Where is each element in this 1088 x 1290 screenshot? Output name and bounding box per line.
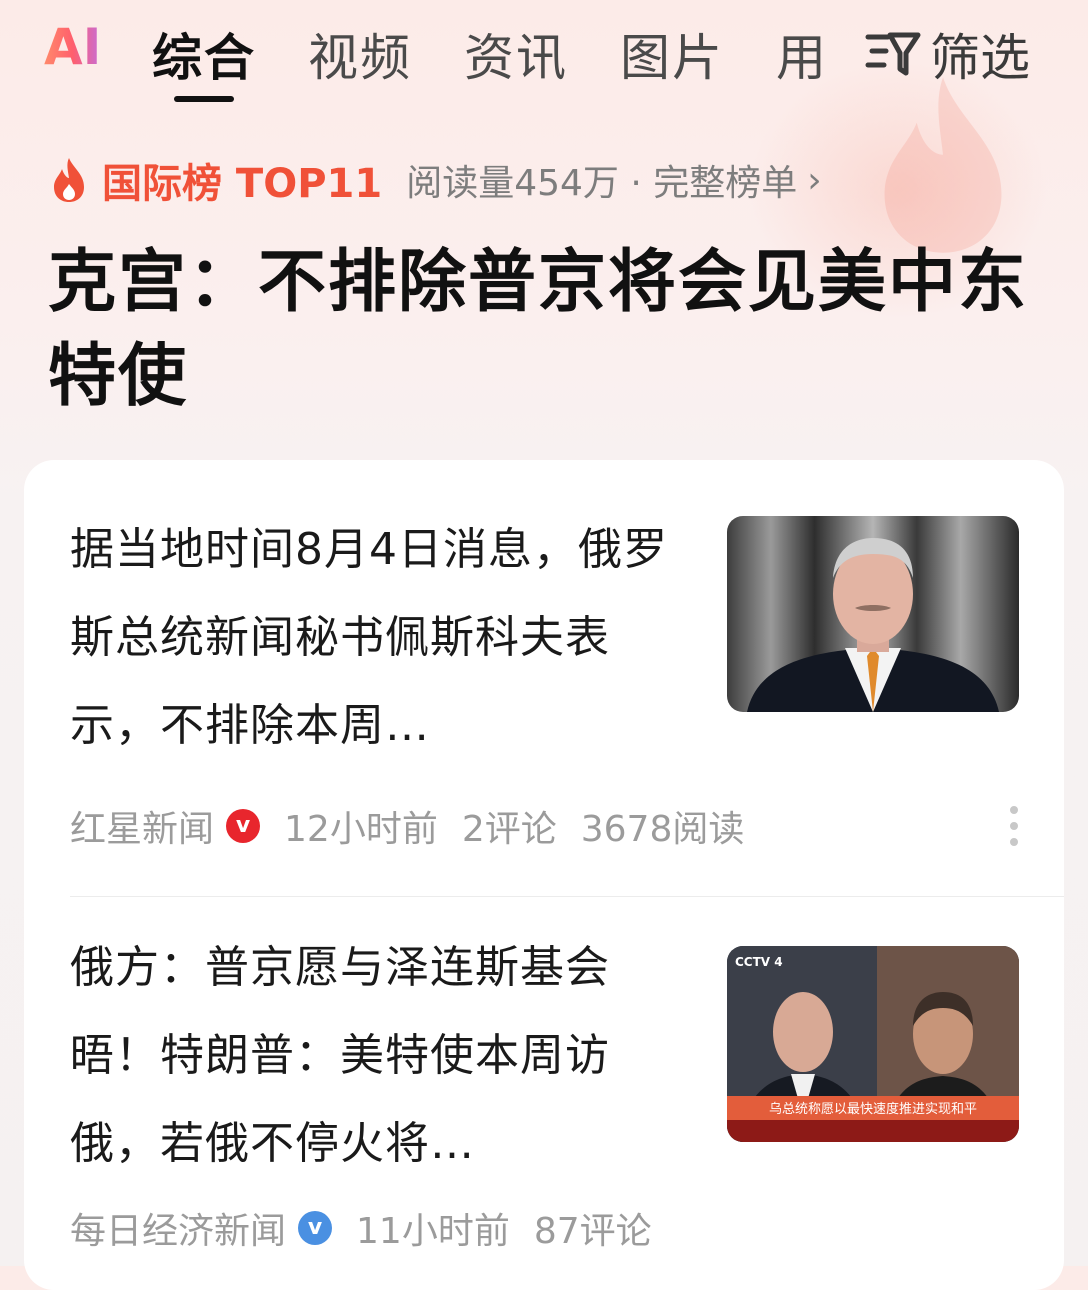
filter-icon [865, 32, 921, 76]
fire-icon [54, 158, 84, 202]
tab-general[interactable]: 综合 [152, 18, 256, 90]
results-card: 据当地时间8月4日消息，俄罗斯总统新闻秘书佩斯科夫表示，不排除本周… 红星新闻 … [24, 460, 1064, 1290]
article-1-meta: 红星新闻 v 12小时前 2评论 3678阅读 [70, 800, 768, 852]
article-2-source[interactable]: 每日经济新闻 [70, 1202, 286, 1254]
verified-badge-icon: v [226, 809, 261, 843]
article-2-meta: 每日经济新闻 v 11小时前 87评论 [70, 1202, 676, 1254]
article-2-summary[interactable]: 俄方：普京愿与泽连斯基会晤！特朗普：美特使本周访俄，若俄不停火将… [70, 924, 670, 1188]
ai-tab[interactable]: AI [44, 18, 101, 76]
chevron-right-icon: › [807, 159, 822, 201]
article-2-thumbnail[interactable]: CCTV 4 乌总统称愿以最快速度推进实现和平 [727, 946, 1019, 1142]
article-1-thumbnail[interactable] [727, 516, 1019, 712]
article-2-comments: 87评论 [533, 1211, 652, 1252]
article-1-reads: 3678阅读 [580, 809, 745, 850]
article-1-time: 12小时前 [284, 809, 438, 850]
article-1-summary[interactable]: 据当地时间8月4日消息，俄罗斯总统新闻秘书佩斯科夫表示，不排除本周… [70, 506, 670, 770]
tab-users[interactable]: 用 [776, 18, 828, 90]
hot-list-banner[interactable]: 国际榜 TOP11 阅读量454万 · 完整榜单 › [50, 150, 822, 210]
active-tab-indicator [174, 96, 234, 102]
hot-list-title: 国际榜 TOP11 [102, 161, 383, 207]
filter-label: 筛选 [930, 29, 1030, 87]
verified-badge-icon: v [298, 1211, 333, 1245]
top-tab-bar: AI 综合 视频 资讯 图片 用 筛选 [0, 0, 1088, 110]
article-2-time: 11小时前 [356, 1211, 510, 1252]
news-broadcast-image: CCTV 4 乌总统称愿以最快速度推进实现和平 [727, 946, 1019, 1142]
divider [70, 896, 1064, 897]
hot-list-meta[interactable]: 阅读量454万 · 完整榜单 [406, 154, 797, 206]
filter-button[interactable]: 筛选 [864, 18, 1030, 90]
tab-video[interactable]: 视频 [308, 18, 412, 90]
tab-news[interactable]: 资讯 [464, 18, 568, 90]
page-headline[interactable]: 克宫：不排除普京将会见美中东特使 [48, 236, 1038, 424]
portrait-image [727, 516, 1019, 712]
broadcast-caption: 乌总统称愿以最快速度推进实现和平 [769, 1101, 977, 1117]
more-options-icon[interactable] [1010, 806, 1018, 854]
article-1-comments: 2评论 [461, 809, 557, 850]
cctv-logo: CCTV 4 [735, 955, 783, 969]
tab-images[interactable]: 图片 [620, 18, 724, 90]
article-1-source[interactable]: 红星新闻 [70, 800, 214, 852]
